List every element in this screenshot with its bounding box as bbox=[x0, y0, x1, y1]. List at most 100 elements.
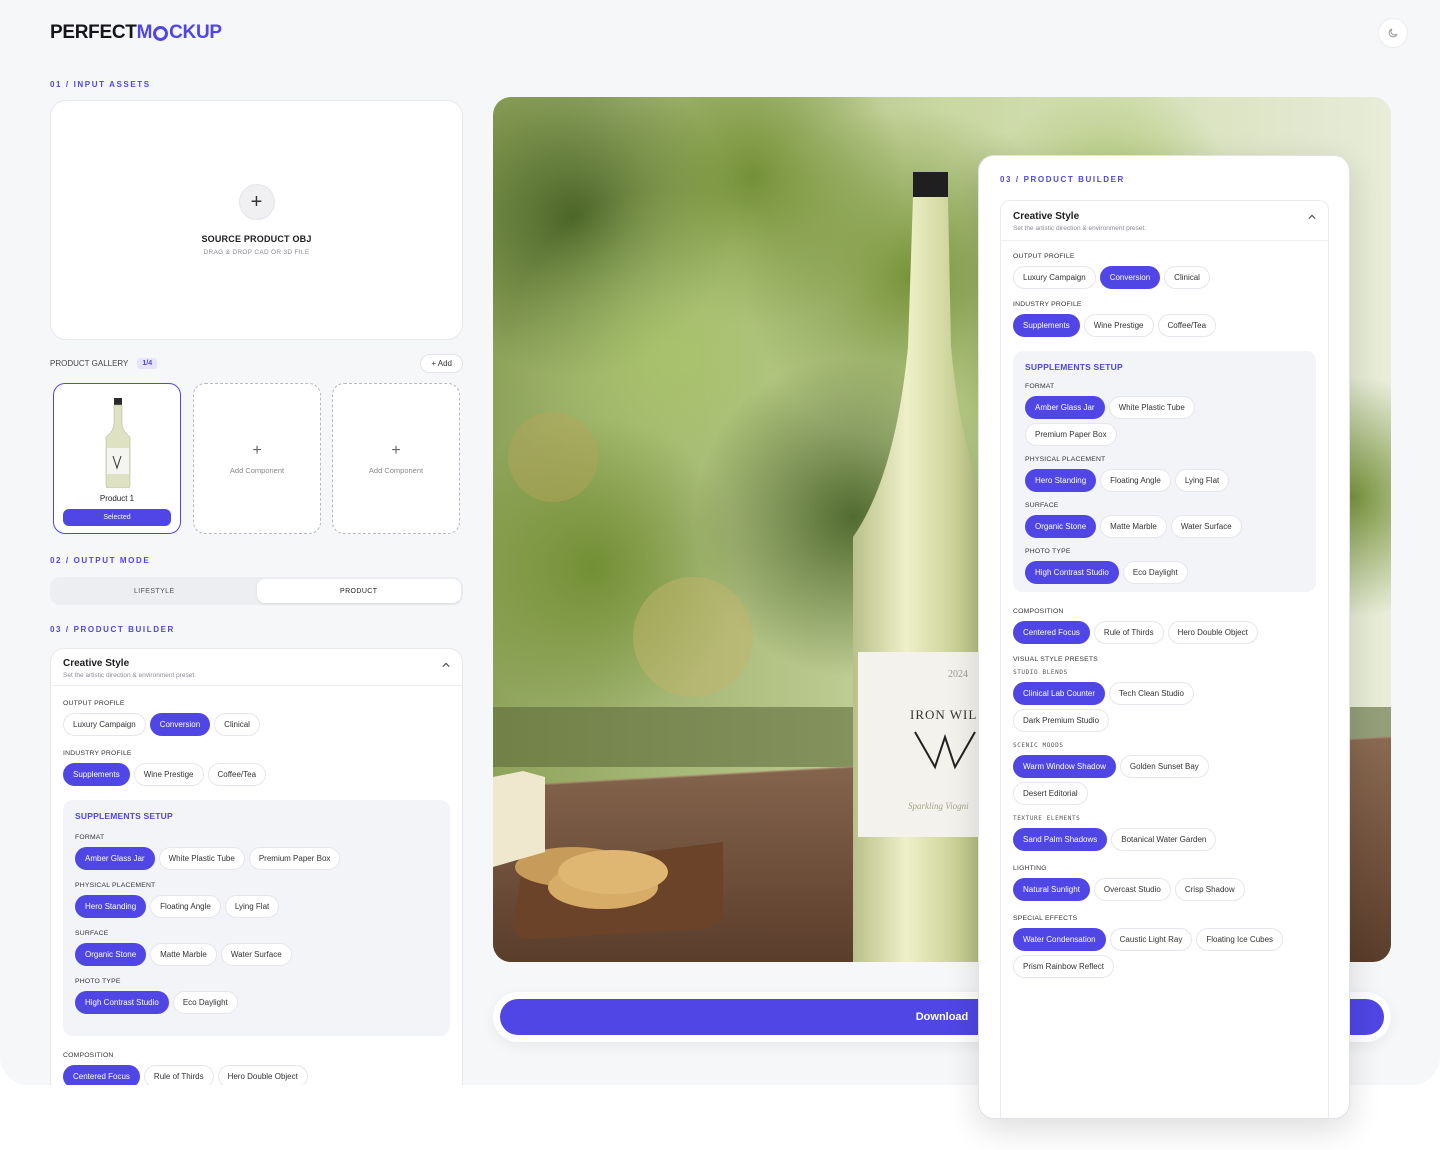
source-drop-zone[interactable]: + SOURCE PRODUCT OBJ DRAG & DROP CAD OR … bbox=[50, 100, 463, 340]
theme-toggle-button[interactable] bbox=[1378, 18, 1408, 48]
lighting-label: LIGHTING bbox=[1013, 865, 1047, 872]
gallery-count-badge: 1/4 bbox=[137, 358, 158, 369]
chip-caustic-light-ray[interactable]: Caustic Light Ray bbox=[1109, 928, 1193, 951]
chip-wine-prestige[interactable]: Wine Prestige bbox=[133, 763, 204, 786]
chip-premium-paper-box[interactable]: Premium Paper Box bbox=[1025, 423, 1117, 446]
chip-coffee-tea[interactable]: Coffee/Tea bbox=[207, 763, 267, 786]
chip-matte-marble[interactable]: Matte Marble bbox=[1100, 515, 1167, 538]
chevron-up-icon[interactable] bbox=[442, 661, 450, 669]
gallery-header: PRODUCT GALLERY 1/4 + Add bbox=[50, 354, 463, 373]
chip-natural-sunlight[interactable]: Natural Sunlight bbox=[1013, 878, 1090, 901]
chip-eco-daylight[interactable]: Eco Daylight bbox=[1122, 561, 1188, 584]
chip-sand-palm-shadows[interactable]: Sand Palm Shadows bbox=[1013, 828, 1108, 851]
output-mode-toggle: LIFESTYLE PRODUCT bbox=[50, 577, 463, 605]
label-brand: IRON WIL bbox=[910, 707, 977, 722]
chip-floating-angle[interactable]: Floating Angle bbox=[1100, 469, 1171, 492]
chip-luxury-campaign[interactable]: Luxury Campaign bbox=[63, 713, 146, 736]
creative-style-header-float[interactable]: Creative Style Set the artistic directio… bbox=[1001, 201, 1328, 241]
add-component-label: Add Component bbox=[229, 466, 285, 475]
section-label-builder-float: 03 / PRODUCT BUILDER bbox=[1000, 175, 1125, 184]
chip-white-plastic-tube[interactable]: White Plastic Tube bbox=[1108, 396, 1195, 419]
chip-matte-marble[interactable]: Matte Marble bbox=[150, 943, 217, 966]
chip-floating-ice-cubes[interactable]: Floating Ice Cubes bbox=[1196, 928, 1284, 951]
brand-letter-m: M bbox=[136, 22, 153, 43]
chip-conversion[interactable]: Conversion bbox=[1099, 266, 1161, 289]
chip-prism-rainbow-reflect[interactable]: Prism Rainbow Reflect bbox=[1013, 955, 1114, 978]
chip-clinical[interactable]: Clinical bbox=[214, 713, 260, 736]
scenic-moods-label: SCENIC MOODS bbox=[1013, 742, 1064, 749]
surface-label: SURFACE bbox=[75, 930, 109, 937]
product-label: Product 1 bbox=[99, 494, 135, 503]
chip-golden-sunset-bay[interactable]: Golden Sunset Bay bbox=[1119, 755, 1209, 778]
visual-style-label: VISUAL STYLE PRESETS bbox=[1013, 656, 1098, 663]
chip-warm-window-shadow[interactable]: Warm Window Shadow bbox=[1013, 755, 1116, 778]
gallery-add-button[interactable]: + Add bbox=[420, 354, 463, 373]
creative-style-title: Creative Style bbox=[63, 658, 130, 669]
plus-icon: + bbox=[252, 442, 262, 459]
chip-eco-daylight[interactable]: Eco Daylight bbox=[172, 991, 238, 1014]
chip-botanical-water-garden[interactable]: Botanical Water Garden bbox=[1111, 828, 1217, 851]
chip-water-surface[interactable]: Water Surface bbox=[1170, 515, 1242, 538]
add-component-tile-2[interactable]: + Add Component bbox=[332, 383, 460, 534]
chip-hero-standing[interactable]: Hero Standing bbox=[1025, 469, 1097, 492]
creative-style-header[interactable]: Creative Style Set the artistic directio… bbox=[51, 649, 462, 686]
chevron-up-icon[interactable] bbox=[1308, 213, 1316, 221]
chip-high-contrast-studio[interactable]: High Contrast Studio bbox=[75, 991, 169, 1014]
chip-clinical[interactable]: Clinical bbox=[1164, 266, 1210, 289]
chip-clinical-lab-counter[interactable]: Clinical Lab Counter bbox=[1013, 682, 1106, 705]
chip-floating-angle[interactable]: Floating Angle bbox=[150, 895, 221, 918]
chip-rule-of-thirds[interactable]: Rule of Thirds bbox=[1093, 621, 1164, 644]
chip-lying-flat[interactable]: Lying Flat bbox=[1174, 469, 1230, 492]
plus-icon[interactable]: + bbox=[238, 184, 275, 220]
chip-dark-premium-studio[interactable]: Dark Premium Studio bbox=[1013, 709, 1110, 732]
mode-product-tab[interactable]: PRODUCT bbox=[256, 579, 461, 603]
chip-white-plastic-tube[interactable]: White Plastic Tube bbox=[158, 847, 245, 870]
chip-amber-glass-jar[interactable]: Amber Glass Jar bbox=[75, 847, 155, 870]
format-label: FORMAT bbox=[75, 834, 105, 841]
chip-hero-double-object[interactable]: Hero Double Object bbox=[217, 1065, 308, 1085]
add-component-tile-1[interactable]: + Add Component bbox=[193, 383, 321, 534]
industry-profile-label: INDUSTRY PROFILE bbox=[1013, 301, 1082, 308]
chip-conversion[interactable]: Conversion bbox=[149, 713, 211, 736]
chip-organic-stone[interactable]: Organic Stone bbox=[1025, 515, 1097, 538]
chip-tech-clean-studio[interactable]: Tech Clean Studio bbox=[1109, 682, 1194, 705]
moon-icon bbox=[1388, 28, 1398, 38]
chip-coffee-tea[interactable]: Coffee/Tea bbox=[1157, 314, 1217, 337]
chip-overcast-studio[interactable]: Overcast Studio bbox=[1093, 878, 1171, 901]
chip-organic-stone[interactable]: Organic Stone bbox=[75, 943, 147, 966]
chip-high-contrast-studio[interactable]: High Contrast Studio bbox=[1025, 561, 1119, 584]
composition-label: COMPOSITION bbox=[1013, 608, 1064, 615]
chip-luxury-campaign[interactable]: Luxury Campaign bbox=[1013, 266, 1096, 289]
format-label: FORMAT bbox=[1025, 383, 1055, 390]
wine-bottle-thumbnail bbox=[105, 398, 131, 488]
chip-rule-of-thirds[interactable]: Rule of Thirds bbox=[143, 1065, 214, 1085]
add-component-label: Add Component bbox=[368, 466, 424, 475]
chip-hero-double-object[interactable]: Hero Double Object bbox=[1167, 621, 1258, 644]
chip-water-surface[interactable]: Water Surface bbox=[220, 943, 292, 966]
chip-crisp-shadow[interactable]: Crisp Shadow bbox=[1174, 878, 1245, 901]
chip-wine-prestige[interactable]: Wine Prestige bbox=[1083, 314, 1154, 337]
chip-centered-focus[interactable]: Centered Focus bbox=[63, 1065, 140, 1085]
placement-label: PHYSICAL PLACEMENT bbox=[75, 882, 156, 889]
photo-type-label: PHOTO TYPE bbox=[1025, 548, 1071, 555]
chip-desert-editorial[interactable]: Desert Editorial bbox=[1013, 782, 1088, 805]
chip-lying-flat[interactable]: Lying Flat bbox=[224, 895, 280, 918]
chip-water-condensation[interactable]: Water Condensation bbox=[1013, 928, 1106, 951]
section-label-builder: 03 / PRODUCT BUILDER bbox=[50, 625, 175, 634]
output-profile-label: OUTPUT PROFILE bbox=[1013, 253, 1075, 260]
chip-supplements[interactable]: Supplements bbox=[1013, 314, 1080, 337]
chip-centered-focus[interactable]: Centered Focus bbox=[1013, 621, 1090, 644]
chip-hero-standing[interactable]: Hero Standing bbox=[75, 895, 147, 918]
product-builder-panel: Creative Style Set the artistic directio… bbox=[50, 648, 463, 1085]
mode-lifestyle-tab[interactable]: LIFESTYLE bbox=[52, 579, 257, 603]
chip-amber-glass-jar[interactable]: Amber Glass Jar bbox=[1025, 396, 1105, 419]
placement-label: PHYSICAL PLACEMENT bbox=[1025, 456, 1106, 463]
chip-supplements[interactable]: Supplements bbox=[63, 763, 130, 786]
composition-label: COMPOSITION bbox=[63, 1052, 114, 1059]
creative-style-title: Creative Style bbox=[1013, 211, 1080, 222]
floating-builder-card: Creative Style Set the artistic directio… bbox=[1000, 200, 1329, 1118]
chip-premium-paper-box[interactable]: Premium Paper Box bbox=[248, 847, 341, 870]
selected-button[interactable]: Selected bbox=[63, 509, 171, 526]
gallery-tile-product-1[interactable]: Product 1 Selected bbox=[53, 383, 181, 534]
supplements-setup-panel: SUPPLEMENTS SETUP FORMAT Amber Glass Jar… bbox=[63, 800, 450, 1036]
